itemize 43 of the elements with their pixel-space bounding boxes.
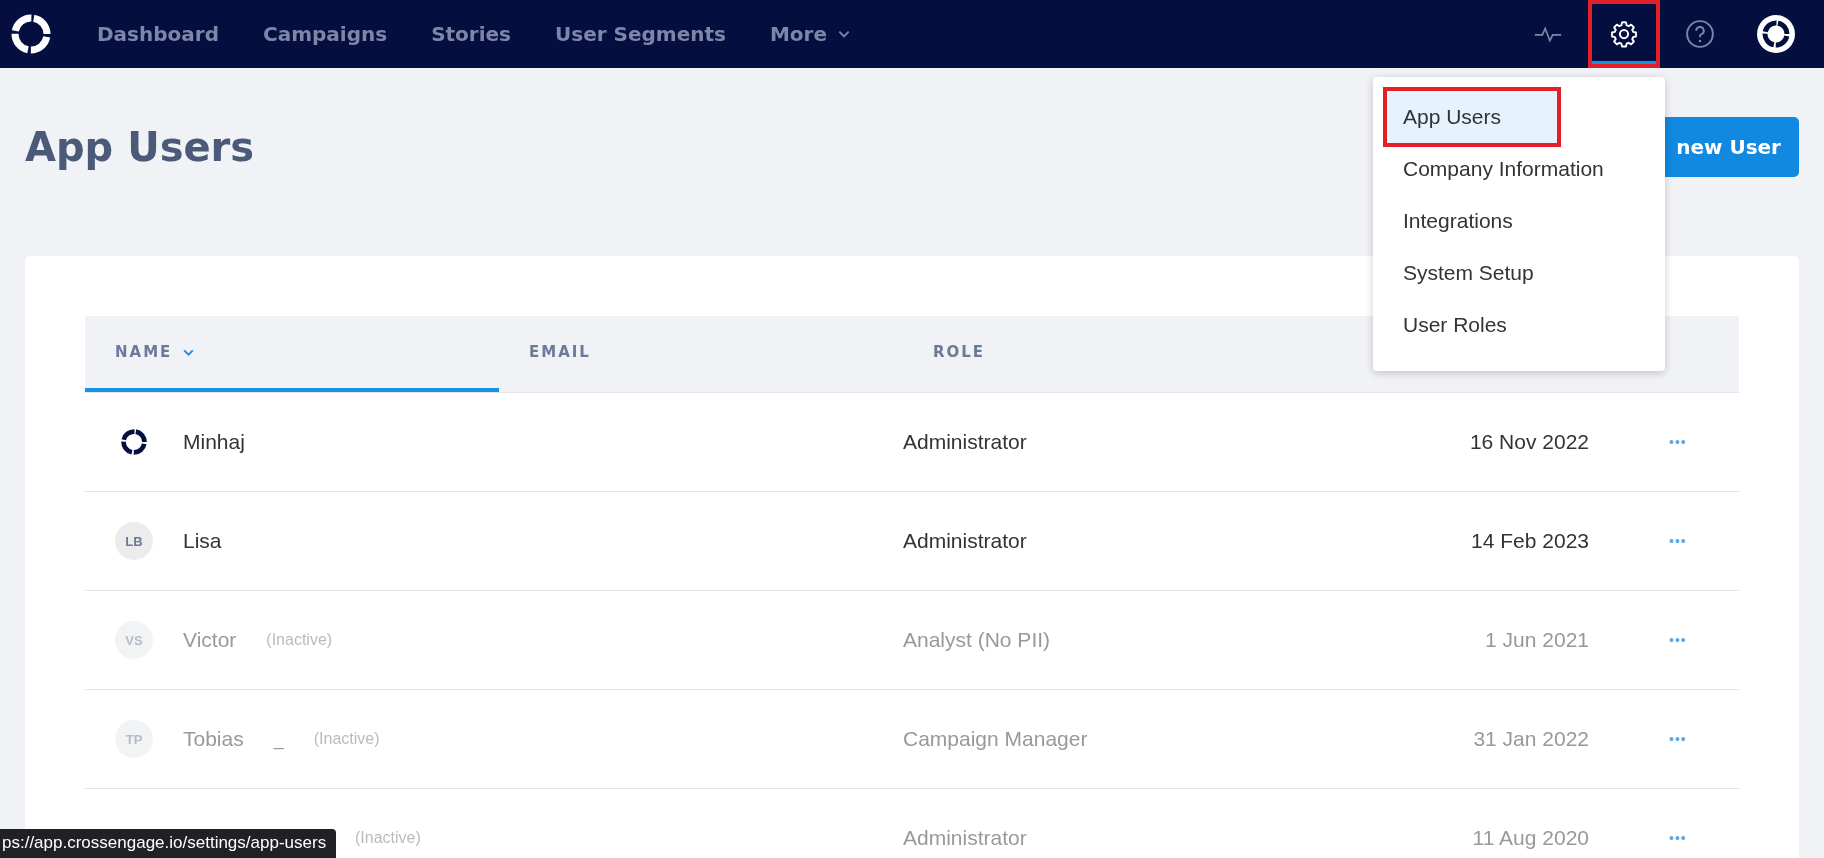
user-role: Campaign Manager: [903, 727, 1088, 751]
date-text: 11 Aug 2020: [1472, 826, 1589, 850]
date-text: 16 Nov 2022: [1469, 430, 1589, 454]
page-title: App Users: [25, 124, 255, 170]
status-label: (Inactive): [313, 730, 380, 748]
user-role: Analyst (No PII): [903, 628, 1051, 652]
user-role: Administrator: [903, 826, 1027, 850]
chevron-down-icon: [837, 29, 852, 39]
more-actions-button[interactable]: •••: [1669, 533, 1687, 549]
user-name: Tobias: [183, 727, 244, 751]
settings-icon: [1609, 19, 1639, 49]
nav-link[interactable]: User Segments: [555, 22, 726, 46]
logo-icon[interactable]: [9, 12, 53, 56]
help-icon: [1685, 19, 1715, 49]
user-name: Minhaj: [183, 430, 245, 454]
user-name: Victor: [183, 628, 237, 652]
nav-link[interactable]: Stories: [431, 22, 512, 46]
status-label: (Inactive): [355, 829, 421, 847]
column-header[interactable]: NAME: [85, 316, 499, 392]
date-text: 31 Jan 2022: [1473, 727, 1589, 751]
user-name-suffix: _: [273, 728, 284, 750]
nav-link[interactable]: Dashboard: [97, 22, 219, 46]
user-role: Administrator: [903, 430, 1027, 454]
column-header[interactable]: ROLE: [903, 316, 1369, 392]
menu-item[interactable]: User Roles: [1387, 299, 1651, 351]
avatar-initials: VS: [115, 621, 153, 659]
avatar-initials: LB: [115, 522, 153, 560]
user-role: Administrator: [903, 529, 1027, 553]
nav-link[interactable]: Campaigns: [263, 22, 388, 46]
link-preview-tooltip: ps://app.crossengage.io/settings/app-users: [0, 829, 337, 858]
more-actions-button[interactable]: •••: [1669, 434, 1687, 450]
date-text: 1 Jun 2021: [1485, 628, 1589, 652]
toolbar-button[interactable]: [1588, 0, 1660, 68]
sort-chevron-icon: [182, 347, 196, 357]
menu-item[interactable]: System Setup: [1387, 247, 1651, 299]
date-text: 14 Feb 2023: [1471, 529, 1589, 553]
avatar-initials: TP: [115, 720, 153, 758]
user-name: Lisa: [183, 529, 222, 553]
avatar-icon: [1756, 14, 1796, 54]
column-header[interactable]: EMAIL: [499, 316, 903, 392]
status-label: (Inactive): [266, 631, 333, 649]
nav-link[interactable]: More: [769, 22, 852, 46]
menu-item[interactable]: Integrations: [1387, 195, 1651, 247]
